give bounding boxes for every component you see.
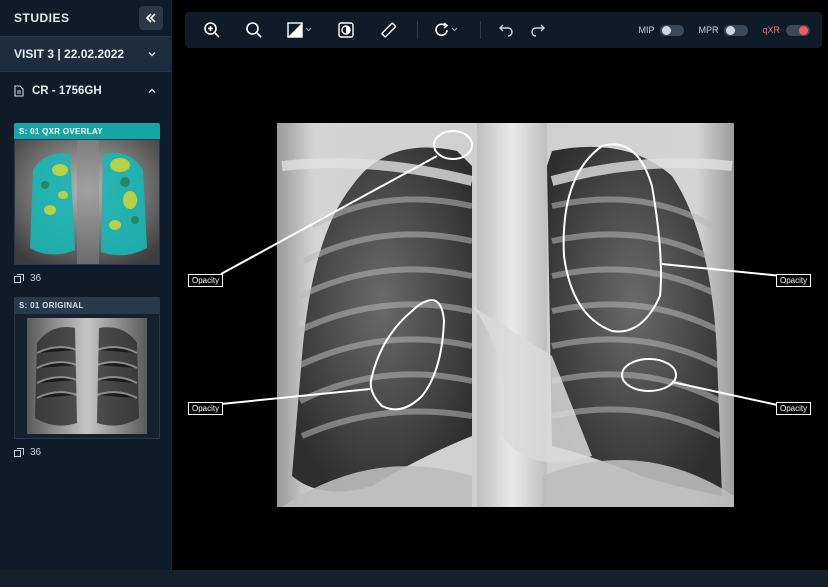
undo-button[interactable] <box>491 15 521 45</box>
mip-toggle[interactable]: MIP <box>638 24 685 36</box>
series-label: CR - 1756GH <box>32 85 102 97</box>
qxr-switch[interactable] <box>786 24 810 36</box>
sidebar-header: STUDIES <box>0 0 171 36</box>
mip-label: MIP <box>638 25 655 35</box>
annotation-label[interactable]: Opacity <box>188 402 224 415</box>
double-chevron-left-icon <box>145 13 156 23</box>
document-icon <box>14 85 24 97</box>
chevron-up-icon <box>148 88 156 94</box>
zoom-button[interactable] <box>239 15 269 45</box>
series-header[interactable]: CR - 1756GH <box>0 72 171 110</box>
measure-icon <box>381 22 396 38</box>
rotate-icon <box>435 22 458 36</box>
zoom-in-button[interactable] <box>197 15 227 45</box>
zoom-icon <box>246 22 262 38</box>
thumbnail-qxr-overlay[interactable]: S: 01 QXR OVERLAY <box>14 123 160 265</box>
studies-sidebar: STUDIES VISIT 3 | 22.02.2022 CR - 1756GH… <box>0 0 172 570</box>
window-level-icon <box>287 22 312 38</box>
visit-label: VISIT 3 | 22.02.2022 <box>14 47 125 61</box>
toolbar-divider <box>480 21 481 39</box>
thumbnail-image <box>14 313 160 439</box>
sidebar-title: STUDIES <box>14 11 70 25</box>
annotation-label[interactable]: Opacity <box>776 402 812 415</box>
thumbnail-image <box>14 139 160 265</box>
thumbnail-original[interactable]: S: 01 ORIGINAL <box>14 297 160 439</box>
annotation-label[interactable]: Opacity <box>188 274 224 287</box>
thumbnail-count: 36 <box>14 447 41 458</box>
visit-selector[interactable]: VISIT 3 | 22.02.2022 <box>0 36 171 72</box>
measure-button[interactable] <box>373 15 403 45</box>
zoom-in-icon <box>204 22 220 38</box>
redo-button[interactable] <box>523 15 553 45</box>
qxr-toggle[interactable]: qXR <box>762 24 810 36</box>
undo-icon <box>499 24 513 37</box>
window-level-button[interactable] <box>281 15 319 45</box>
bottom-bar <box>0 570 828 587</box>
collapse-sidebar-button[interactable] <box>139 6 163 30</box>
mip-switch[interactable] <box>660 24 685 36</box>
viewer-toolbar: MIP MPR qXR <box>185 12 822 48</box>
toolbar-divider <box>417 21 418 39</box>
thumbnail-count: 36 <box>14 273 41 284</box>
image-viewport[interactable]: Opacity Opacity Opacity Opacity <box>172 56 828 570</box>
mpr-switch[interactable] <box>724 24 749 36</box>
qxr-label: qXR <box>762 25 780 35</box>
thumbnail-label: S: 01 ORIGINAL <box>14 297 160 313</box>
invert-icon <box>338 22 354 38</box>
invert-button[interactable] <box>331 15 361 45</box>
xray-canvas <box>220 123 783 507</box>
annotation-label[interactable]: Opacity <box>776 274 812 287</box>
rotate-button[interactable] <box>428 15 466 45</box>
redo-icon <box>531 24 545 37</box>
chevron-down-icon <box>148 51 156 57</box>
mpr-toggle[interactable]: MPR <box>698 24 749 36</box>
stack-icon <box>14 447 24 457</box>
mpr-label: MPR <box>698 25 719 35</box>
stack-icon <box>14 273 24 283</box>
thumbnail-label: S: 01 QXR OVERLAY <box>14 123 160 139</box>
